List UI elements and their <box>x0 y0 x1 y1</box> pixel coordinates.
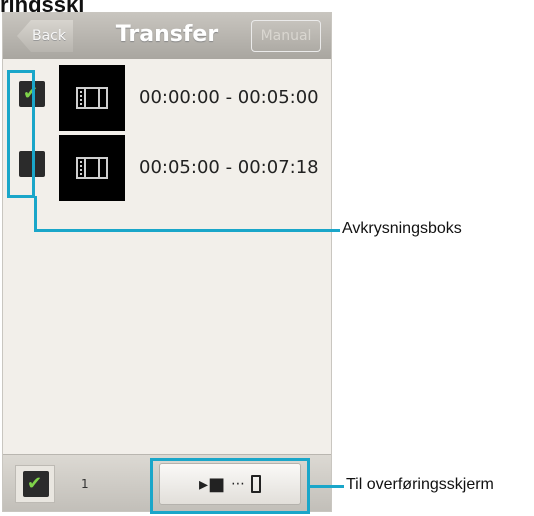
clip-thumbnail <box>59 135 125 201</box>
navigation-bar: Back Transfer Manual <box>3 13 331 59</box>
film-icon <box>76 157 108 179</box>
clip-time-range: 00:00:00 - 00:05:00 <box>139 87 319 108</box>
checkbox-callout-box <box>7 70 35 198</box>
selected-count: 1 <box>81 477 89 491</box>
checkbox-callout-label: Avkrysningsboks <box>342 220 462 237</box>
checkbox-callout-line-horizontal <box>34 229 340 232</box>
manual-button[interactable]: Manual <box>251 20 321 52</box>
select-all-checkbox[interactable]: ✔ <box>15 465 55 503</box>
film-icon <box>76 87 108 109</box>
top-clipped-text: ringsskj <box>0 0 85 17</box>
clip-thumbnail <box>59 65 125 131</box>
transfer-callout-label: Til overføringsskjerm <box>346 476 494 493</box>
transfer-callout-line <box>310 485 344 488</box>
app-screen: Back Transfer Manual ✔ 00:00:00 - 00:05:… <box>2 12 332 512</box>
checkbox-callout-line-vertical <box>34 196 37 231</box>
clip-row[interactable]: 00:05:00 - 00:07:18 <box>3 135 331 203</box>
clip-row[interactable]: ✔ 00:00:00 - 00:05:00 <box>3 65 331 133</box>
select-all-box: ✔ <box>23 471 49 497</box>
transfer-callout-box <box>150 458 310 514</box>
checkmark-icon: ✔ <box>27 473 43 494</box>
clip-time-range: 00:05:00 - 00:07:18 <box>139 157 319 178</box>
